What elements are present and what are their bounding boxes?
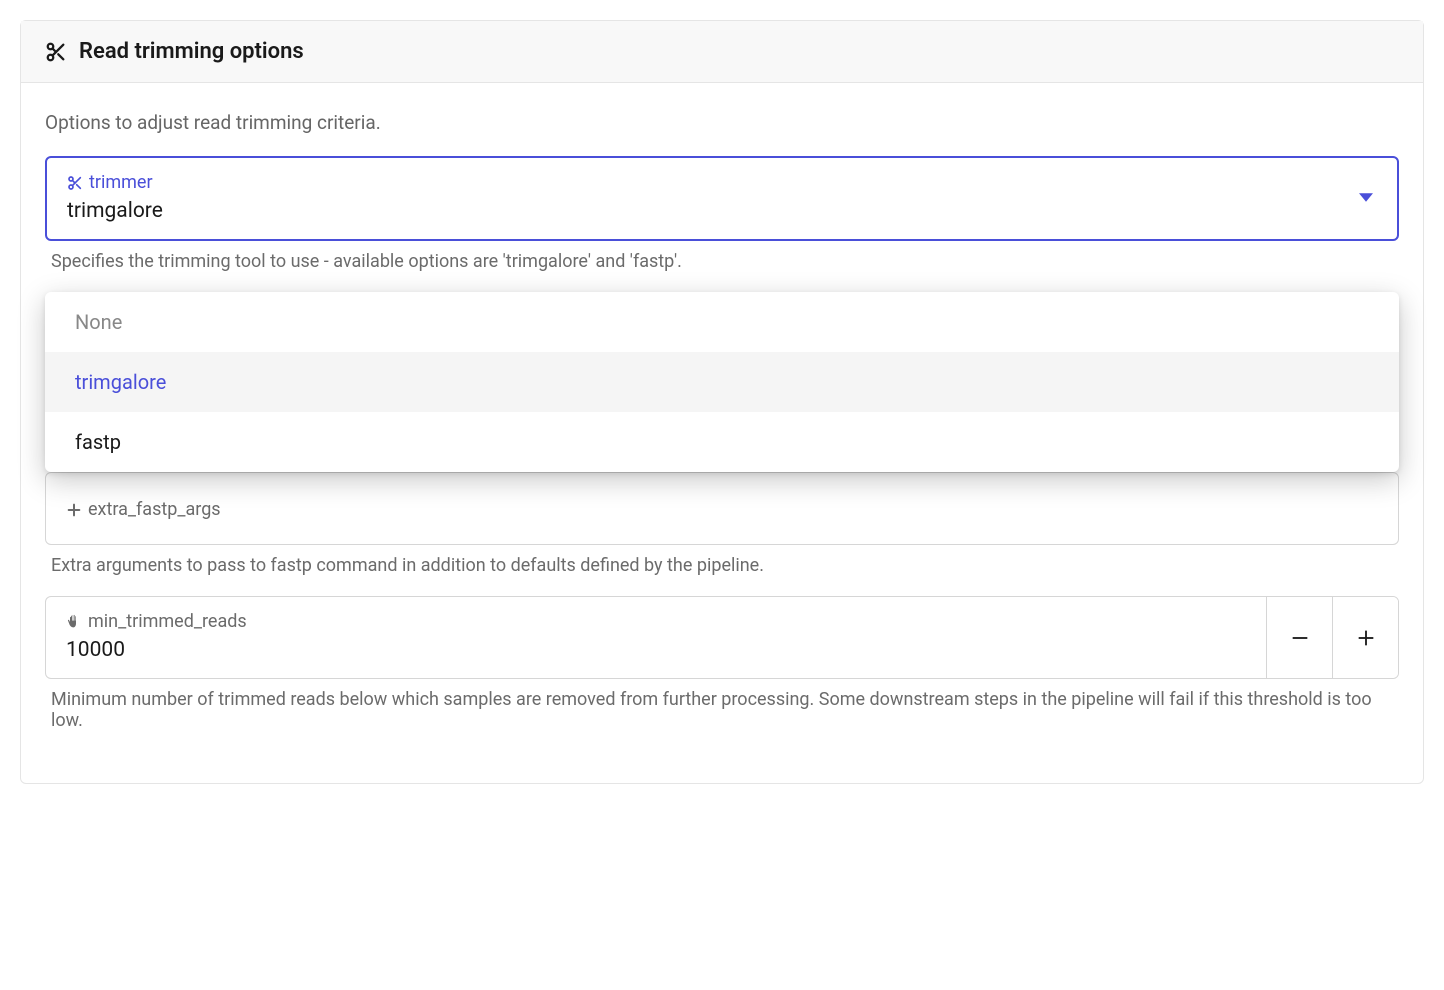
min-trimmed-reads-help: Minimum number of trimmed reads below wh… — [45, 689, 1399, 731]
panel-body: Options to adjust read trimming criteria… — [21, 83, 1423, 783]
trimmer-dropdown-menu: None trimgalore fastp — [45, 292, 1399, 472]
trimmer-field-group: trimmer trimgalore Specifies the trimmin… — [45, 156, 1399, 272]
chevron-down-icon — [1359, 189, 1373, 208]
trimmer-value: trimgalore — [67, 199, 1377, 223]
extra-fastp-args-label-row: extra_fastp_args — [66, 499, 1378, 520]
trimmer-help: Specifies the trimming tool to use - ava… — [45, 251, 1399, 272]
minus-icon — [1289, 627, 1311, 649]
min-trimmed-reads-label: min_trimmed_reads — [88, 611, 247, 632]
read-trimming-panel: Read trimming options Options to adjust … — [20, 20, 1424, 784]
section-description: Options to adjust read trimming criteria… — [45, 111, 1399, 134]
scissors-icon — [67, 175, 83, 191]
min-trimmed-reads-field: min_trimmed_reads 10000 — [45, 596, 1399, 679]
min-trimmed-reads-field-group: min_trimmed_reads 10000 Minimum number — [45, 596, 1399, 731]
extra-fastp-args-label: extra_fastp_args — [88, 499, 221, 520]
min-trimmed-reads-value: 10000 — [66, 638, 1246, 662]
increment-button[interactable] — [1332, 597, 1398, 678]
panel-title: Read trimming options — [79, 39, 304, 64]
plus-icon — [1355, 627, 1377, 649]
trimmer-label-row: trimmer — [67, 172, 1377, 193]
trimmer-option-none[interactable]: None — [45, 292, 1399, 352]
extra-fastp-args-help: Extra arguments to pass to fastp command… — [45, 555, 1399, 576]
trimmer-option-trimgalore[interactable]: trimgalore — [45, 352, 1399, 412]
trimmer-select[interactable]: trimmer trimgalore — [45, 156, 1399, 241]
min-trimmed-reads-input[interactable]: min_trimmed_reads 10000 — [46, 597, 1266, 678]
scissors-icon — [45, 41, 67, 63]
panel-header: Read trimming options — [21, 21, 1423, 83]
trimmer-label: trimmer — [89, 172, 153, 193]
trimmer-option-fastp[interactable]: fastp — [45, 412, 1399, 472]
decrement-button[interactable] — [1266, 597, 1332, 678]
extra-fastp-args-field[interactable]: extra_fastp_args — [45, 472, 1399, 545]
extra-fastp-args-field-group: extra_fastp_args Extra arguments to pass… — [45, 472, 1399, 576]
min-trimmed-reads-label-row: min_trimmed_reads — [66, 611, 1246, 632]
hand-icon — [66, 614, 82, 630]
plus-icon — [66, 502, 82, 518]
